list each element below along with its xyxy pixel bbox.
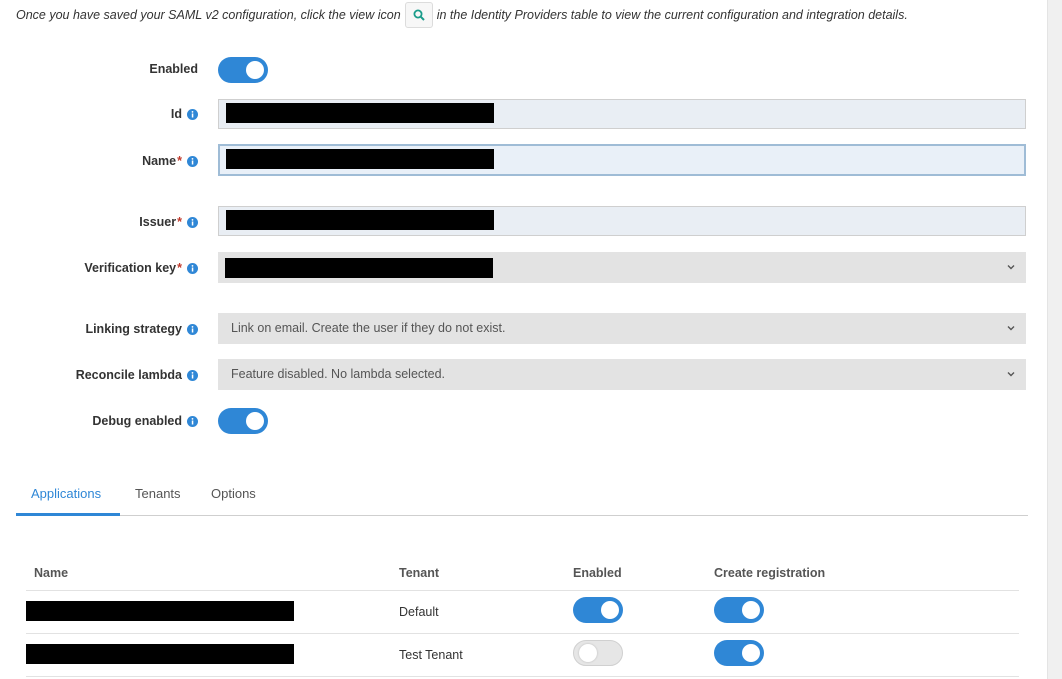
- issuer-label: Issuer *: [139, 215, 198, 229]
- tenant-cell: Test Tenant: [399, 648, 463, 662]
- table-divider: [26, 590, 1019, 591]
- table-divider: [26, 633, 1019, 634]
- issuer-row: Issuer *: [0, 206, 1047, 238]
- create-registration-toggle[interactable]: [714, 597, 764, 623]
- redacted-application-name: [26, 601, 294, 621]
- info-icon[interactable]: [187, 155, 198, 167]
- toggle-knob: [579, 644, 597, 662]
- verification-key-select[interactable]: [218, 252, 1026, 283]
- reconcile-lambda-select[interactable]: Feature disabled. No lambda selected.: [218, 359, 1026, 390]
- redacted-value: [226, 103, 494, 123]
- name-row: Name *: [0, 144, 1047, 178]
- intro-text-before: Once you have saved your SAML v2 configu…: [16, 8, 401, 22]
- column-header-create-registration[interactable]: Create registration: [714, 566, 825, 580]
- required-marker: *: [177, 154, 182, 168]
- id-field[interactable]: [218, 99, 1026, 129]
- tab-applications[interactable]: Applications: [31, 486, 101, 501]
- enabled-label: Enabled: [149, 62, 198, 76]
- toggle-knob: [246, 412, 264, 430]
- info-icon[interactable]: [187, 108, 198, 120]
- reconcile-lambda-label: Reconcile lambda: [76, 368, 198, 382]
- toggle-knob: [601, 601, 619, 619]
- enabled-toggle[interactable]: [218, 57, 268, 83]
- toggle-knob: [246, 61, 264, 79]
- debug-enabled-toggle[interactable]: [218, 408, 268, 434]
- linking-strategy-row: Linking strategy Link on email. Create t…: [0, 313, 1047, 345]
- view-icon-button: [404, 2, 433, 28]
- id-row: Id: [0, 99, 1047, 131]
- info-icon[interactable]: [187, 415, 198, 427]
- issuer-field[interactable]: [218, 206, 1026, 236]
- name-field[interactable]: [218, 144, 1026, 176]
- table-divider: [26, 676, 1019, 677]
- info-icon[interactable]: [187, 216, 198, 228]
- create-registration-toggle[interactable]: [714, 640, 764, 666]
- id-label: Id: [171, 107, 198, 121]
- linking-strategy-select[interactable]: Link on email. Create the user if they d…: [218, 313, 1026, 344]
- column-header-tenant[interactable]: Tenant: [399, 566, 439, 580]
- toggle-knob: [742, 601, 760, 619]
- redacted-value: [226, 149, 494, 169]
- verification-key-label: Verification key *: [84, 261, 198, 275]
- verification-key-row: Verification key *: [0, 252, 1047, 284]
- search-icon: [413, 9, 425, 21]
- redacted-value: [225, 258, 493, 278]
- intro-text: Once you have saved your SAML v2 configu…: [16, 2, 908, 28]
- chevron-down-icon: [1007, 326, 1015, 331]
- info-icon[interactable]: [187, 369, 198, 381]
- enabled-row: Enabled: [0, 56, 1047, 84]
- tenant-cell: Default: [399, 605, 439, 619]
- scrollbar[interactable]: [1047, 0, 1062, 679]
- linking-strategy-label: Linking strategy: [85, 322, 198, 336]
- toggle-knob: [742, 644, 760, 662]
- debug-enabled-label: Debug enabled: [92, 414, 198, 428]
- tab-bar: Applications Tenants Options: [16, 478, 1028, 516]
- intro-text-after: in the Identity Providers table to view …: [436, 8, 908, 22]
- application-enabled-toggle[interactable]: [573, 640, 623, 666]
- info-icon[interactable]: [187, 262, 198, 274]
- column-header-enabled[interactable]: Enabled: [573, 566, 622, 580]
- application-enabled-toggle[interactable]: [573, 597, 623, 623]
- reconcile-lambda-value: Feature disabled. No lambda selected.: [231, 367, 446, 381]
- required-marker: *: [177, 215, 182, 229]
- tab-options[interactable]: Options: [211, 486, 256, 501]
- chevron-down-icon: [1007, 372, 1015, 377]
- debug-enabled-row: Debug enabled: [0, 407, 1047, 435]
- tab-tenants[interactable]: Tenants: [135, 486, 181, 501]
- reconcile-lambda-row: Reconcile lambda Feature disabled. No la…: [0, 359, 1047, 391]
- linking-strategy-value: Link on email. Create the user if they d…: [231, 321, 506, 335]
- name-label: Name *: [142, 154, 198, 168]
- active-tab-indicator: [16, 513, 120, 516]
- info-icon[interactable]: [187, 323, 198, 335]
- required-marker: *: [177, 261, 182, 275]
- redacted-value: [226, 210, 494, 230]
- column-header-name[interactable]: Name: [34, 566, 68, 580]
- redacted-application-name: [26, 644, 294, 664]
- chevron-down-icon: [1007, 265, 1015, 270]
